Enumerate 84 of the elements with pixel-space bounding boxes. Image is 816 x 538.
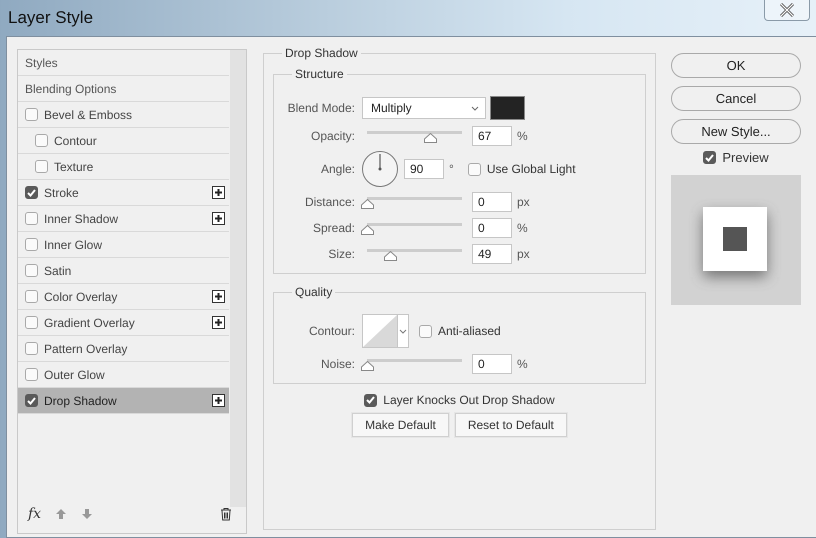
add-icon[interactable] [212,316,225,329]
slider-thumb[interactable] [361,360,374,370]
checkbox-label: Use Global Light [486,162,576,176]
checkbox[interactable] [25,290,38,303]
slider-thumb[interactable] [361,224,374,234]
unit-label: px [517,247,530,261]
list-item[interactable]: Gradient Overlay [18,310,229,336]
checkbox[interactable] [25,238,38,251]
field-label: Distance: [304,195,355,209]
list-item[interactable]: Inner Shadow [18,206,229,232]
field-label: Spread: [312,221,355,235]
group-title: Quality [292,285,336,299]
unit-label: ° [449,162,454,176]
trash-icon[interactable] [220,507,232,521]
add-icon[interactable] [212,290,225,303]
list-item[interactable]: Pattern Overlay [18,336,229,362]
fx-button[interactable]: fx [28,506,42,522]
angle-dial[interactable] [362,151,398,187]
list-item[interactable]: Color Overlay [18,284,229,310]
list-item[interactable]: Stroke [18,180,229,206]
checkbox-label: Anti-aliased [438,324,501,338]
unit-label: % [517,357,528,371]
list-item[interactable]: Inner Glow [18,232,229,258]
checkbox[interactable] [25,342,38,355]
checkbox[interactable] [25,186,38,199]
dialog-button[interactable]: New Style... [671,119,801,144]
checkbox[interactable] [35,160,48,173]
close-icon [779,3,795,17]
slider-thumb[interactable] [424,132,437,142]
slider-thumb[interactable] [384,250,397,260]
chevron-icon [471,106,479,110]
add-icon[interactable] [212,212,225,225]
scrollbar[interactable] [230,50,246,507]
down-arrow-icon[interactable] [81,508,94,520]
checkbox[interactable] [364,394,378,406]
checkbox[interactable] [25,394,38,407]
list-item[interactable]: Bevel & Emboss [18,102,229,128]
checkbox[interactable] [25,316,38,329]
checkbox-label: Layer Knocks Out Drop Shadow [383,393,555,407]
checkbox[interactable] [25,108,38,121]
dialog-button[interactable]: Cancel [671,86,801,111]
checkbox[interactable] [419,324,432,338]
checkbox[interactable] [25,264,38,277]
unit-label: % [517,221,528,235]
default-button[interactable]: Make Default [352,413,449,437]
field-label: Opacity: [310,129,355,143]
checkbox[interactable] [35,134,48,147]
field-label: Blend Mode: [286,101,355,115]
list-item[interactable]: Contour [18,128,229,154]
unit-label: px [517,195,530,209]
add-icon[interactable] [212,394,225,407]
field-label: Noise: [320,357,355,371]
list-item[interactable]: Blending Options [18,76,229,102]
number-field[interactable]: 49 [472,244,512,264]
list-item[interactable]: Texture [18,154,229,180]
number-field[interactable]: 0 [472,218,512,238]
panel-title: Drop Shadow [282,46,361,60]
group-title: Structure [292,67,347,81]
checkbox[interactable] [703,151,716,164]
number-field[interactable]: 0 [472,192,512,212]
default-button[interactable]: Reset to Default [454,413,567,437]
add-icon[interactable] [212,186,225,199]
unit-label: % [517,129,528,143]
slider-thumb[interactable] [361,198,374,208]
dialog-button[interactable]: OK [671,53,801,78]
up-arrow-icon[interactable] [55,508,68,520]
field-label: Size: [327,247,355,261]
window-title: Layer Style [8,8,94,28]
field-label: Contour: [308,324,355,338]
blend-mode-dropdown[interactable]: Multiply [362,97,486,119]
contour-picker[interactable] [362,314,409,348]
number-field[interactable]: 0 [472,354,512,374]
list-item[interactable]: Satin [18,258,229,284]
number-field[interactable]: 67 [472,126,512,146]
field-label: Angle: [320,162,355,176]
close-button[interactable] [764,0,810,21]
list-item[interactable]: Drop Shadow [18,388,229,414]
checkbox[interactable] [25,212,38,225]
color-swatch[interactable] [490,96,525,120]
list-item[interactable]: Styles [18,50,229,76]
checkbox-label: Preview [722,150,769,165]
angle-field[interactable]: 90 [404,159,444,179]
checkbox[interactable] [25,368,38,381]
checkbox[interactable] [468,162,481,176]
